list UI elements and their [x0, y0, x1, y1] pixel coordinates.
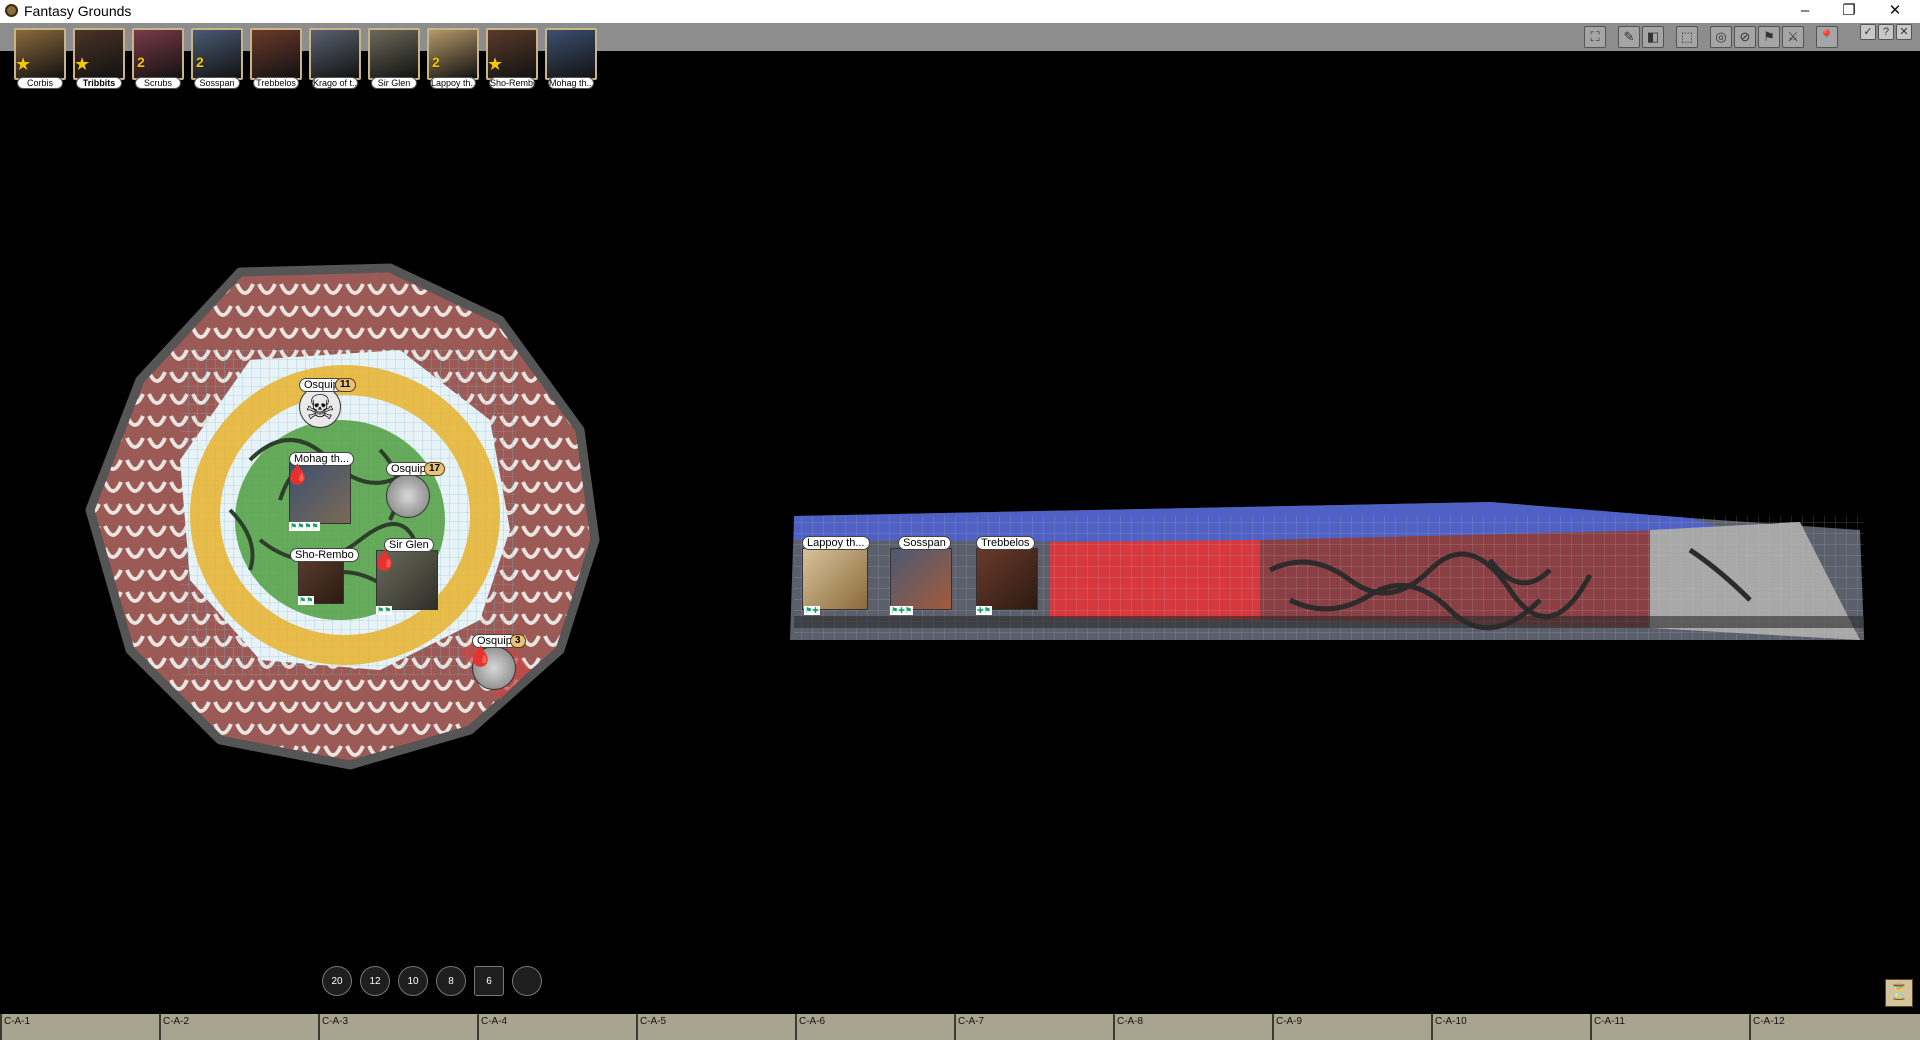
flag-icon[interactable]: ⚑ [1758, 26, 1780, 48]
restore-button[interactable]: ❐ [1826, 0, 1872, 23]
mask-icon[interactable]: ⊘ [1734, 26, 1756, 48]
character-portrait [545, 28, 597, 80]
token-portrait [386, 474, 430, 518]
close-window-button[interactable]: ✕ [1872, 0, 1918, 23]
eraser-icon[interactable]: ◧ [1642, 26, 1664, 48]
token-effects: ⚑⚑⚑⚑ [289, 522, 320, 531]
hotkey-slot[interactable]: C-A-6 [795, 1014, 953, 1040]
d6-die[interactable]: 6 [474, 966, 504, 996]
help-icon[interactable]: ? [1878, 24, 1894, 40]
token-effects: ⚑⚑ [298, 596, 315, 605]
token-lappoy[interactable]: Lappoy th... ⚑✚ [800, 536, 872, 618]
skull-icon: ☠ [299, 386, 341, 428]
hotkey-slot[interactable]: C-A-10 [1431, 1014, 1589, 1040]
star-icon: ★ [15, 54, 32, 74]
token-badge: 11 [335, 378, 356, 392]
hotkey-slot[interactable]: C-A-4 [477, 1014, 635, 1040]
hotkey-slot[interactable]: C-A-3 [318, 1014, 476, 1040]
star-icon: ★ [487, 54, 504, 74]
close-icon[interactable]: ✕ [1896, 24, 1912, 40]
d10-die[interactable]: 10 [398, 966, 428, 996]
token-badge: 3 [510, 634, 526, 648]
hotkey-slot[interactable]: C-A-11 [1590, 1014, 1748, 1040]
token-name: Lappoy th... [802, 536, 870, 550]
party-portrait[interactable]: Trebbelos [250, 28, 302, 90]
party-member-name: Tribbits [76, 77, 122, 89]
party-portrait[interactable]: Krago of t... [309, 28, 361, 90]
target-icon[interactable]: ◎ [1710, 26, 1732, 48]
party-member-name: Trebbelos [253, 77, 299, 89]
hotkey-slot[interactable]: C-A-1 [0, 1014, 158, 1040]
counter-badge: 2 [196, 54, 204, 70]
party-member-name: Lappoy th... [430, 77, 476, 89]
token-sho-rembo[interactable]: Sho-Rembo ⚑⚑ [290, 548, 359, 608]
fullscreen-icon[interactable]: ⛶ [1584, 26, 1606, 48]
token-mohag[interactable]: Mohag th... ⚑⚑⚑⚑ 🩸 [285, 452, 355, 532]
party-portrait[interactable]: Sir Glen [368, 28, 420, 90]
hotkey-slot[interactable]: C-A-12 [1749, 1014, 1907, 1040]
token-name: Sho-Rembo [290, 548, 359, 562]
window-titlebar: Fantasy Grounds – ❐ ✕ [0, 0, 1920, 23]
hotkey-bar: C-A-1 C-A-2 C-A-3 C-A-4 C-A-5 C-A-6 C-A-7 C-A-8… [0, 1014, 1920, 1040]
party-portrait[interactable]: 2 Lappoy th... [427, 28, 479, 90]
party-portrait[interactable]: ★ Sho-Rembo [486, 28, 538, 90]
character-portrait [368, 28, 420, 80]
token-trebbelos[interactable]: Trebbelos ✚⚑ [974, 536, 1046, 618]
token-badge: 17 [424, 462, 446, 476]
minimize-button[interactable]: – [1782, 0, 1828, 23]
pin-icon[interactable]: 📍 [1816, 26, 1838, 48]
token-name: Trebbelos [976, 536, 1035, 550]
app-icon [5, 4, 18, 17]
hourglass-icon[interactable]: ⏳ [1885, 979, 1913, 1007]
token-portrait [976, 548, 1038, 610]
character-portrait [309, 28, 361, 80]
hotkey-slot[interactable]: C-A-7 [954, 1014, 1112, 1040]
token-osquip-dead[interactable]: ☠ Osquip 11 [295, 378, 356, 432]
hotkey-slot[interactable]: C-A-5 [636, 1014, 794, 1040]
hotkey-slot[interactable]: C-A-8 [1113, 1014, 1271, 1040]
party-portrait[interactable]: 2 Scrubs [132, 28, 184, 90]
blood-drop-icon: 🩸 [372, 550, 397, 572]
party-member-name: Scrubs [135, 77, 181, 89]
d8-die[interactable]: 8 [436, 966, 466, 996]
token-portrait [802, 548, 868, 610]
window-title: Fantasy Grounds [24, 3, 132, 19]
d20-die[interactable]: 20 [322, 966, 352, 996]
party-member-name: Sho-Rembo [489, 77, 535, 89]
party-portrait[interactable]: 2 Sosspan [191, 28, 243, 90]
token-effects: ⚑✚ [804, 606, 820, 615]
counter-badge: 2 [137, 54, 145, 70]
token-effects: ⚑⚑ [376, 606, 393, 615]
lock-icon[interactable]: ✓ [1860, 24, 1876, 40]
party-portrait[interactable]: ★ Corbis [14, 28, 66, 90]
hotkey-slot[interactable]: C-A-9 [1272, 1014, 1430, 1040]
token-osquip-17[interactable]: Osquip 17 [382, 462, 450, 522]
crossed-swords-icon[interactable]: ⚔ [1782, 26, 1804, 48]
token-name: Sosspan [898, 536, 951, 550]
token-sosspan[interactable]: Sosspan ⚑✚⚑ [888, 536, 960, 618]
party-member-name: Sir Glen [371, 77, 417, 89]
counter-badge: 2 [432, 54, 440, 70]
star-icon: ★ [74, 54, 91, 74]
blood-drop-icon: 🩸 [468, 646, 493, 668]
party-member-name: Sosspan [194, 77, 240, 89]
party-member-name: Corbis [17, 77, 63, 89]
token-osquip-3[interactable]: Osquip 3 🩸 [468, 634, 532, 694]
party-portrait[interactable]: Mohag th... [545, 28, 597, 90]
pencil-icon[interactable]: ✎ [1618, 26, 1640, 48]
d4-die[interactable] [512, 966, 542, 996]
d12-die[interactable]: 12 [360, 966, 390, 996]
blood-drop-icon: 🩸 [285, 464, 310, 486]
token-sir-glen[interactable]: Sir Glen ⚑⚑ 🩸 [372, 538, 442, 616]
party-portrait[interactable]: ★ Tribbits [73, 28, 125, 90]
party-member-name: Mohag th... [548, 77, 594, 89]
character-portrait [250, 28, 302, 80]
token-effects: ⚑✚⚑ [890, 606, 914, 615]
token-effects: ✚⚑ [976, 606, 992, 615]
select-icon[interactable]: ⬚ [1676, 26, 1698, 48]
token-portrait [890, 548, 952, 610]
hotkey-slot[interactable]: C-A-2 [159, 1014, 317, 1040]
party-member-name: Krago of t... [312, 77, 358, 89]
